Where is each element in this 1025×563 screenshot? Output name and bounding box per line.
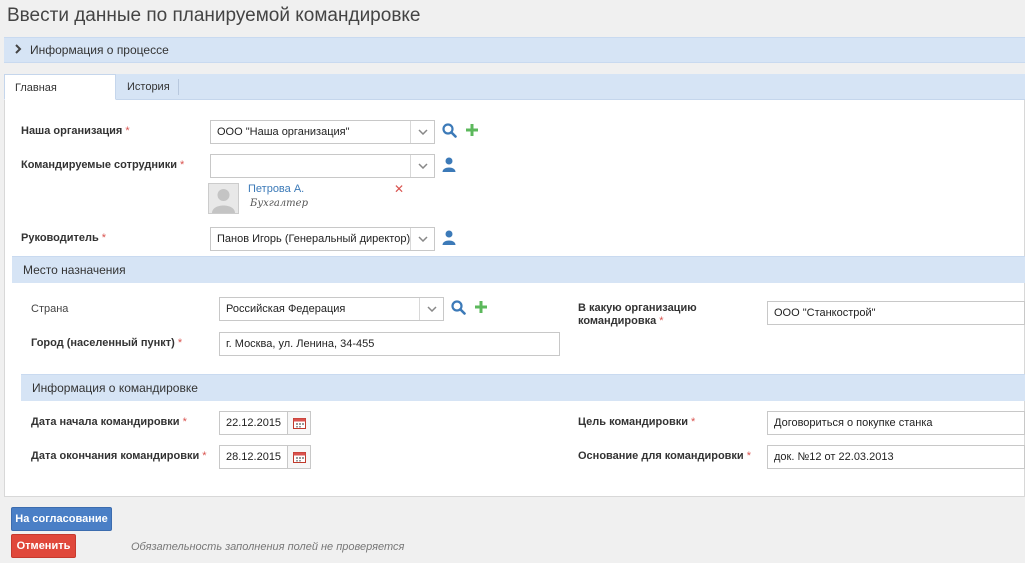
search-icon[interactable] [451,300,466,318]
add-icon[interactable] [465,123,479,140]
submit-for-approval-button[interactable]: На согласование [11,507,112,531]
avatar [208,183,239,214]
trip-info-section-header: Информация о командировке [21,374,1025,401]
chevron-right-icon [14,43,22,57]
add-icon[interactable] [474,300,488,317]
user-icon[interactable] [442,230,456,248]
manager-value: Панов Игорь (Генеральный директор) [217,233,410,245]
country-label: Страна [31,303,69,315]
purpose-label: Цель командировки * [578,416,696,428]
validation-note: Обязательность заполнения полей не прове… [131,541,405,553]
selected-employee-card: Петрова А. Бухгалтер ✕ [208,182,408,215]
purpose-input[interactable]: Договориться о покупке станка [767,411,1025,435]
chevron-down-icon[interactable] [410,121,434,143]
calendar-icon[interactable] [287,445,311,469]
chevron-down-icon[interactable] [419,298,443,320]
cancel-button[interactable]: Отменить [11,534,76,558]
employees-select[interactable] [210,154,435,178]
employees-label: Командируемые сотрудники * [21,159,185,171]
city-input[interactable]: г. Москва, ул. Ленина, 34-455 [219,332,560,356]
process-info-toggle[interactable]: Информация о процессе [4,37,1025,63]
end-date-label: Дата окончания командировки * [31,450,207,462]
manager-select[interactable]: Панов Игорь (Генеральный директор) [210,227,435,251]
start-date-input[interactable]: 22.12.2015 [219,411,289,435]
chevron-down-icon[interactable] [410,155,434,177]
organization-value: ООО "Наша организация" [217,126,350,138]
tab-main-page[interactable]: Главная страница [4,74,116,120]
remove-employee-icon[interactable]: ✕ [394,182,404,196]
employee-role: Бухгалтер [250,198,308,209]
process-info-label: Информация о процессе [30,43,169,57]
page-title: Ввести данные по планируемой командировк… [7,5,421,26]
end-date-input[interactable]: 28.12.2015 [219,445,289,469]
tab-history[interactable]: История [117,74,180,100]
chevron-down-icon[interactable] [410,228,434,250]
start-date-label: Дата начала командировки * [31,416,187,428]
basis-input[interactable]: док. №12 от 22.03.2013 [767,445,1025,469]
manager-label: Руководитель * [21,232,107,244]
target-org-label: В какую организацию командировка * [578,302,697,327]
calendar-icon[interactable] [287,411,311,435]
tab-bar: Главная страница История [4,74,1025,120]
country-select[interactable]: Российская Федерация [219,297,444,321]
city-label: Город (населенный пункт) * [31,337,183,349]
employee-name-link[interactable]: Петрова А. [248,183,304,195]
user-icon[interactable] [442,157,456,175]
target-org-input[interactable]: ООО "Станкострой" [767,301,1025,325]
country-value: Российская Федерация [226,303,346,315]
tab-divider [178,79,179,95]
organization-select[interactable]: ООО "Наша организация" [210,120,435,144]
basis-label: Основание для командировки * [578,450,751,462]
destination-section-header: Место назначения [12,256,1025,283]
organization-label: Наша организация * [21,125,130,137]
search-icon[interactable] [442,123,457,141]
